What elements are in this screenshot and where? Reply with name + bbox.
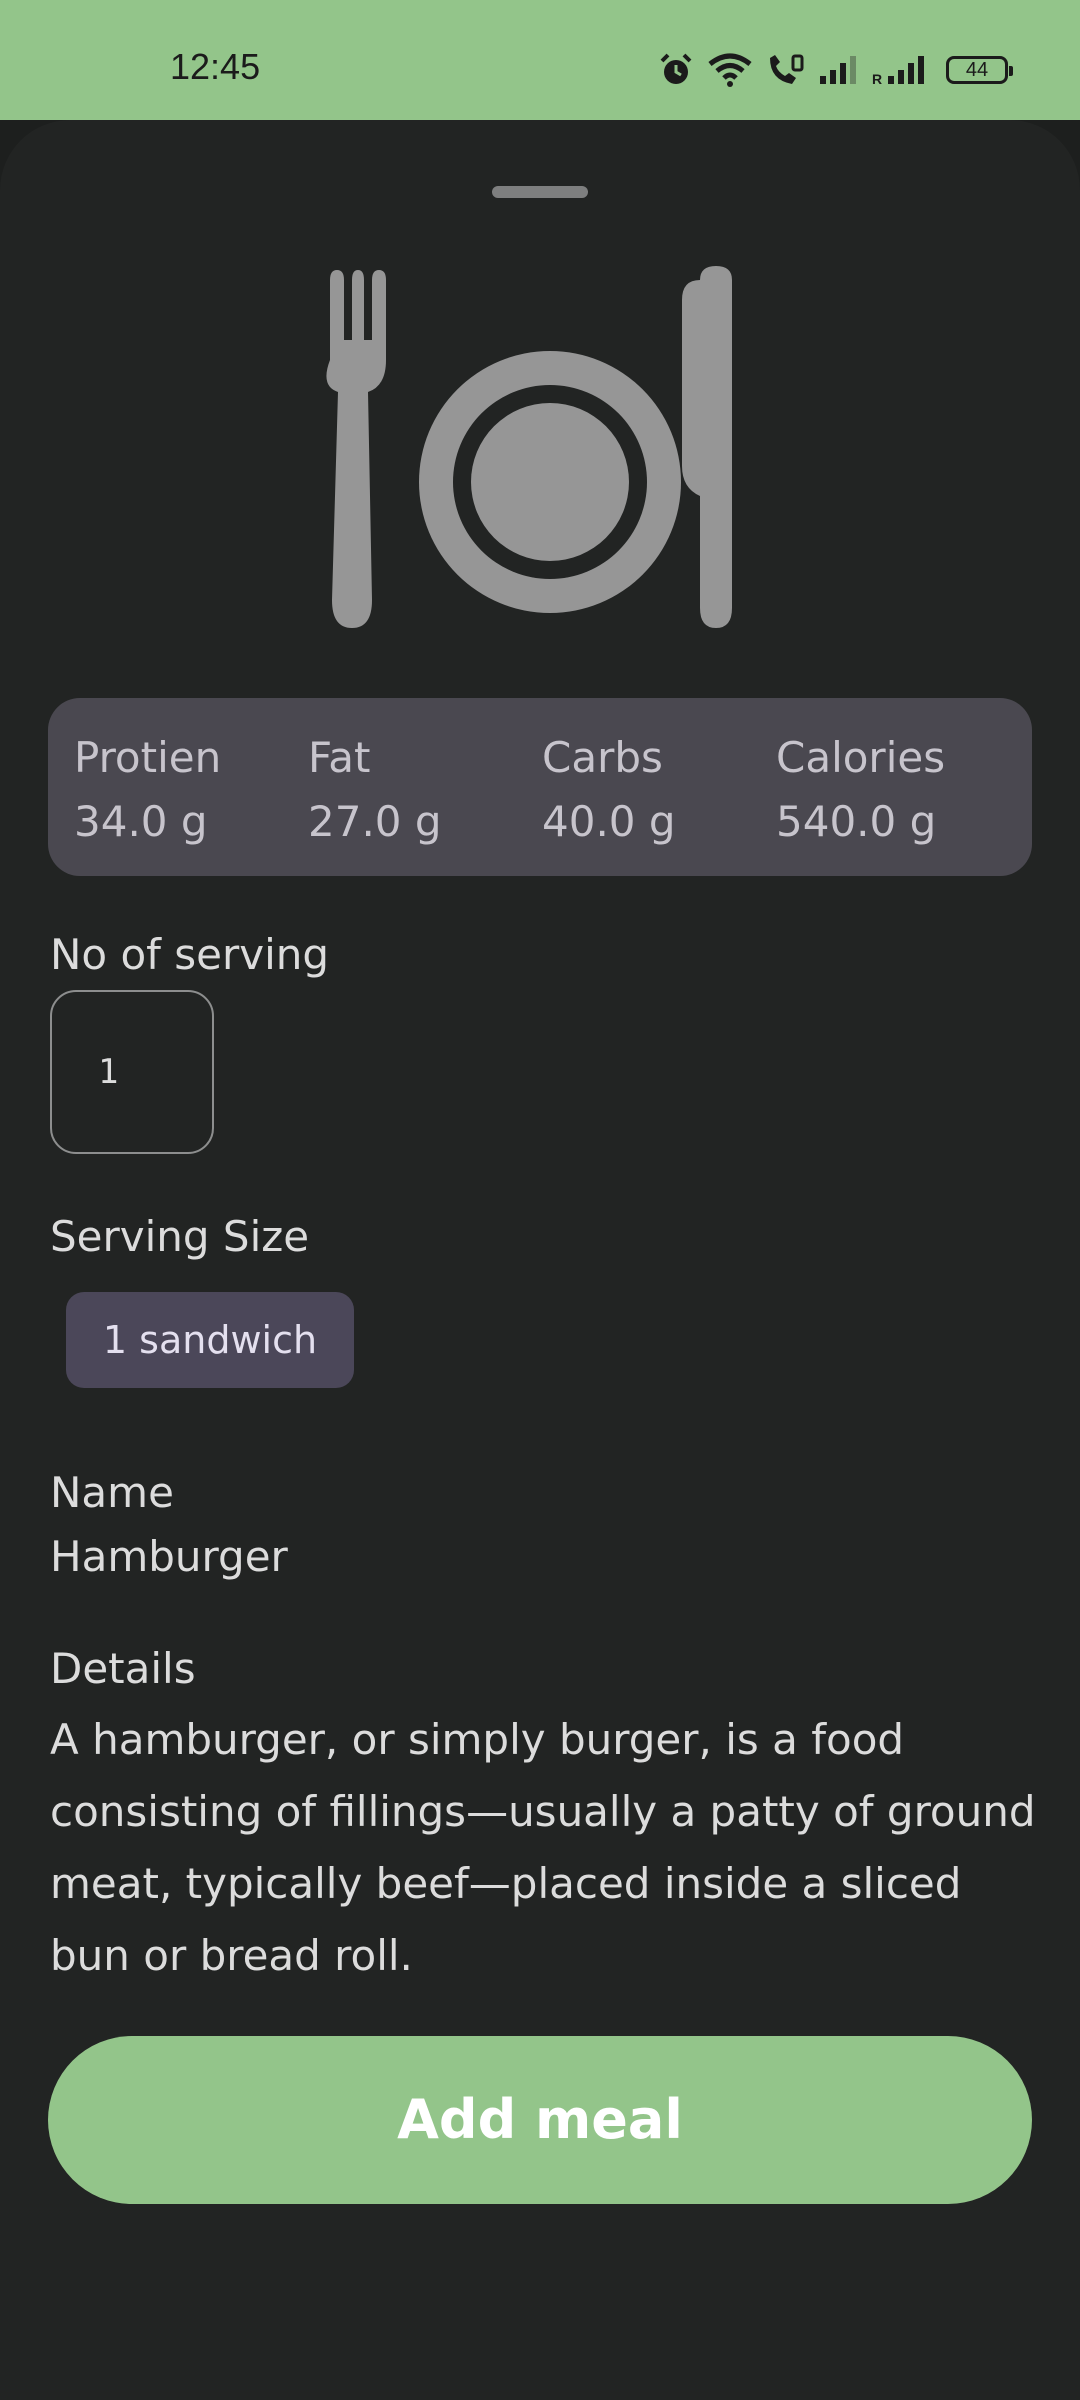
serving-size-label: Serving Size — [50, 1212, 310, 1261]
macro-card: Protien 34.0 g Fat 27.0 g Carbs 40.0 g C… — [48, 698, 1032, 876]
protein-label: Protien — [74, 733, 222, 782]
name-value: Hamburger — [50, 1532, 288, 1581]
add-meal-button[interactable]: Add meal — [48, 2036, 1032, 2204]
details-value: A hamburger, or simply burger, is a food… — [50, 1715, 1036, 1980]
name-label: Name — [50, 1468, 174, 1517]
calories-label: Calories — [776, 733, 946, 782]
serving-count-input[interactable]: 1 — [50, 990, 214, 1154]
alarm-icon — [660, 53, 692, 84]
calories-value: 540.0 g — [776, 797, 937, 846]
status-icons: R 44 — [658, 50, 1013, 90]
bottom-sheet: Protien 34.0 g Fat 27.0 g Carbs 40.0 g C… — [0, 120, 1080, 2400]
signal-icon — [820, 56, 856, 84]
protein-value: 34.0 g — [74, 797, 208, 846]
details-label: Details — [50, 1644, 196, 1693]
fat-value: 27.0 g — [308, 797, 442, 846]
signal-roaming-icon: R — [872, 56, 924, 86]
wifi-calling-icon — [770, 54, 804, 84]
wifi-icon — [708, 53, 752, 87]
fork-plate-knife-icon — [326, 266, 732, 628]
carbs-value: 40.0 g — [542, 797, 676, 846]
battery-icon: 44 — [946, 56, 1013, 84]
fat-label: Fat — [308, 733, 371, 782]
macro-protein: Protien 34.0 g — [74, 726, 221, 854]
serving-size-chip[interactable]: 1 sandwich — [66, 1292, 354, 1388]
carbs-label: Carbs — [542, 733, 663, 782]
status-time: 12:45 — [170, 46, 261, 87]
svg-text:R: R — [872, 71, 882, 86]
macro-fat: Fat 27.0 g — [308, 726, 442, 854]
serving-count-label: No of serving — [50, 930, 330, 979]
status-bar: 12:45 R 44 — [0, 0, 1080, 120]
macro-carbs: Carbs 40.0 g — [542, 726, 676, 854]
drag-handle[interactable] — [492, 186, 588, 198]
macro-calories: Calories 540.0 g — [776, 726, 945, 854]
